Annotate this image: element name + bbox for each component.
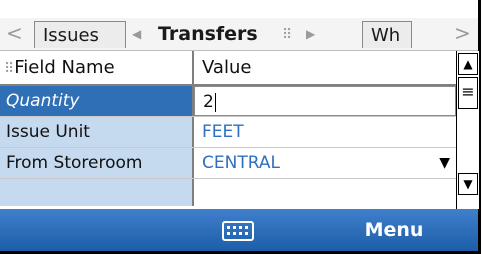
issue-unit-value[interactable]: FEET [194, 117, 456, 147]
tab-wh[interactable]: Wh [362, 21, 412, 48]
field-grid: ⠿Field Name Value Quantity 2 Issue Unit … [0, 51, 456, 206]
softkey-bar: Menu [0, 209, 478, 251]
dropdown-arrow-icon[interactable]: ▼ [439, 148, 450, 178]
grid-header: ⠿Field Name Value [0, 51, 456, 86]
tab-issues[interactable]: Issues [34, 21, 126, 48]
table-row-partial [0, 179, 456, 206]
tab-prev-icon[interactable]: ◀ [132, 21, 141, 47]
field-label-quantity: Quantity [0, 86, 194, 116]
value-empty [194, 179, 456, 206]
keyboard-icon[interactable] [222, 221, 254, 241]
column-header-field-label: Field Name [14, 57, 115, 78]
column-header-value[interactable]: Value [194, 51, 456, 84]
column-header-field[interactable]: ⠿Field Name [0, 51, 194, 84]
tab-scroll-left-icon[interactable]: < [6, 20, 23, 46]
quantity-input[interactable]: 2 [194, 86, 456, 116]
from-storeroom-select[interactable]: CENTRAL ▼ [194, 148, 456, 178]
scroll-down-icon[interactable]: ▼ [458, 173, 478, 195]
tab-transfers[interactable]: Transfers [150, 21, 288, 48]
vertical-scrollbar[interactable]: ▲ ≡ ▼ [456, 51, 479, 209]
column-grip-icon: ⠿ [4, 61, 15, 77]
menu-softkey[interactable]: Menu [344, 209, 444, 251]
app-window: < Issues ◀ Transfers ⠿ ▶ Wh > ⠿Field Nam… [0, 0, 481, 254]
scroll-up-icon[interactable]: ▲ [458, 53, 478, 75]
table-row[interactable]: Quantity 2 [0, 86, 456, 117]
text-caret [214, 92, 216, 112]
field-label-from-storeroom: From Storeroom [0, 148, 194, 178]
field-label-issue-unit: Issue Unit [0, 117, 194, 147]
tab-scroll-right-icon[interactable]: > [454, 20, 471, 46]
quantity-value: 2 [203, 92, 214, 112]
field-label-empty [0, 179, 194, 206]
from-storeroom-value: CENTRAL [202, 153, 280, 173]
table-row[interactable]: Issue Unit FEET [0, 117, 456, 148]
tab-next-icon[interactable]: ▶ [306, 21, 315, 47]
scroll-thumb[interactable]: ≡ [458, 77, 478, 109]
table-row[interactable]: From Storeroom CENTRAL ▼ [0, 148, 456, 179]
tab-strip: < Issues ◀ Transfers ⠿ ▶ Wh > [0, 18, 478, 51]
grip-icon: ⠿ [282, 27, 293, 43]
